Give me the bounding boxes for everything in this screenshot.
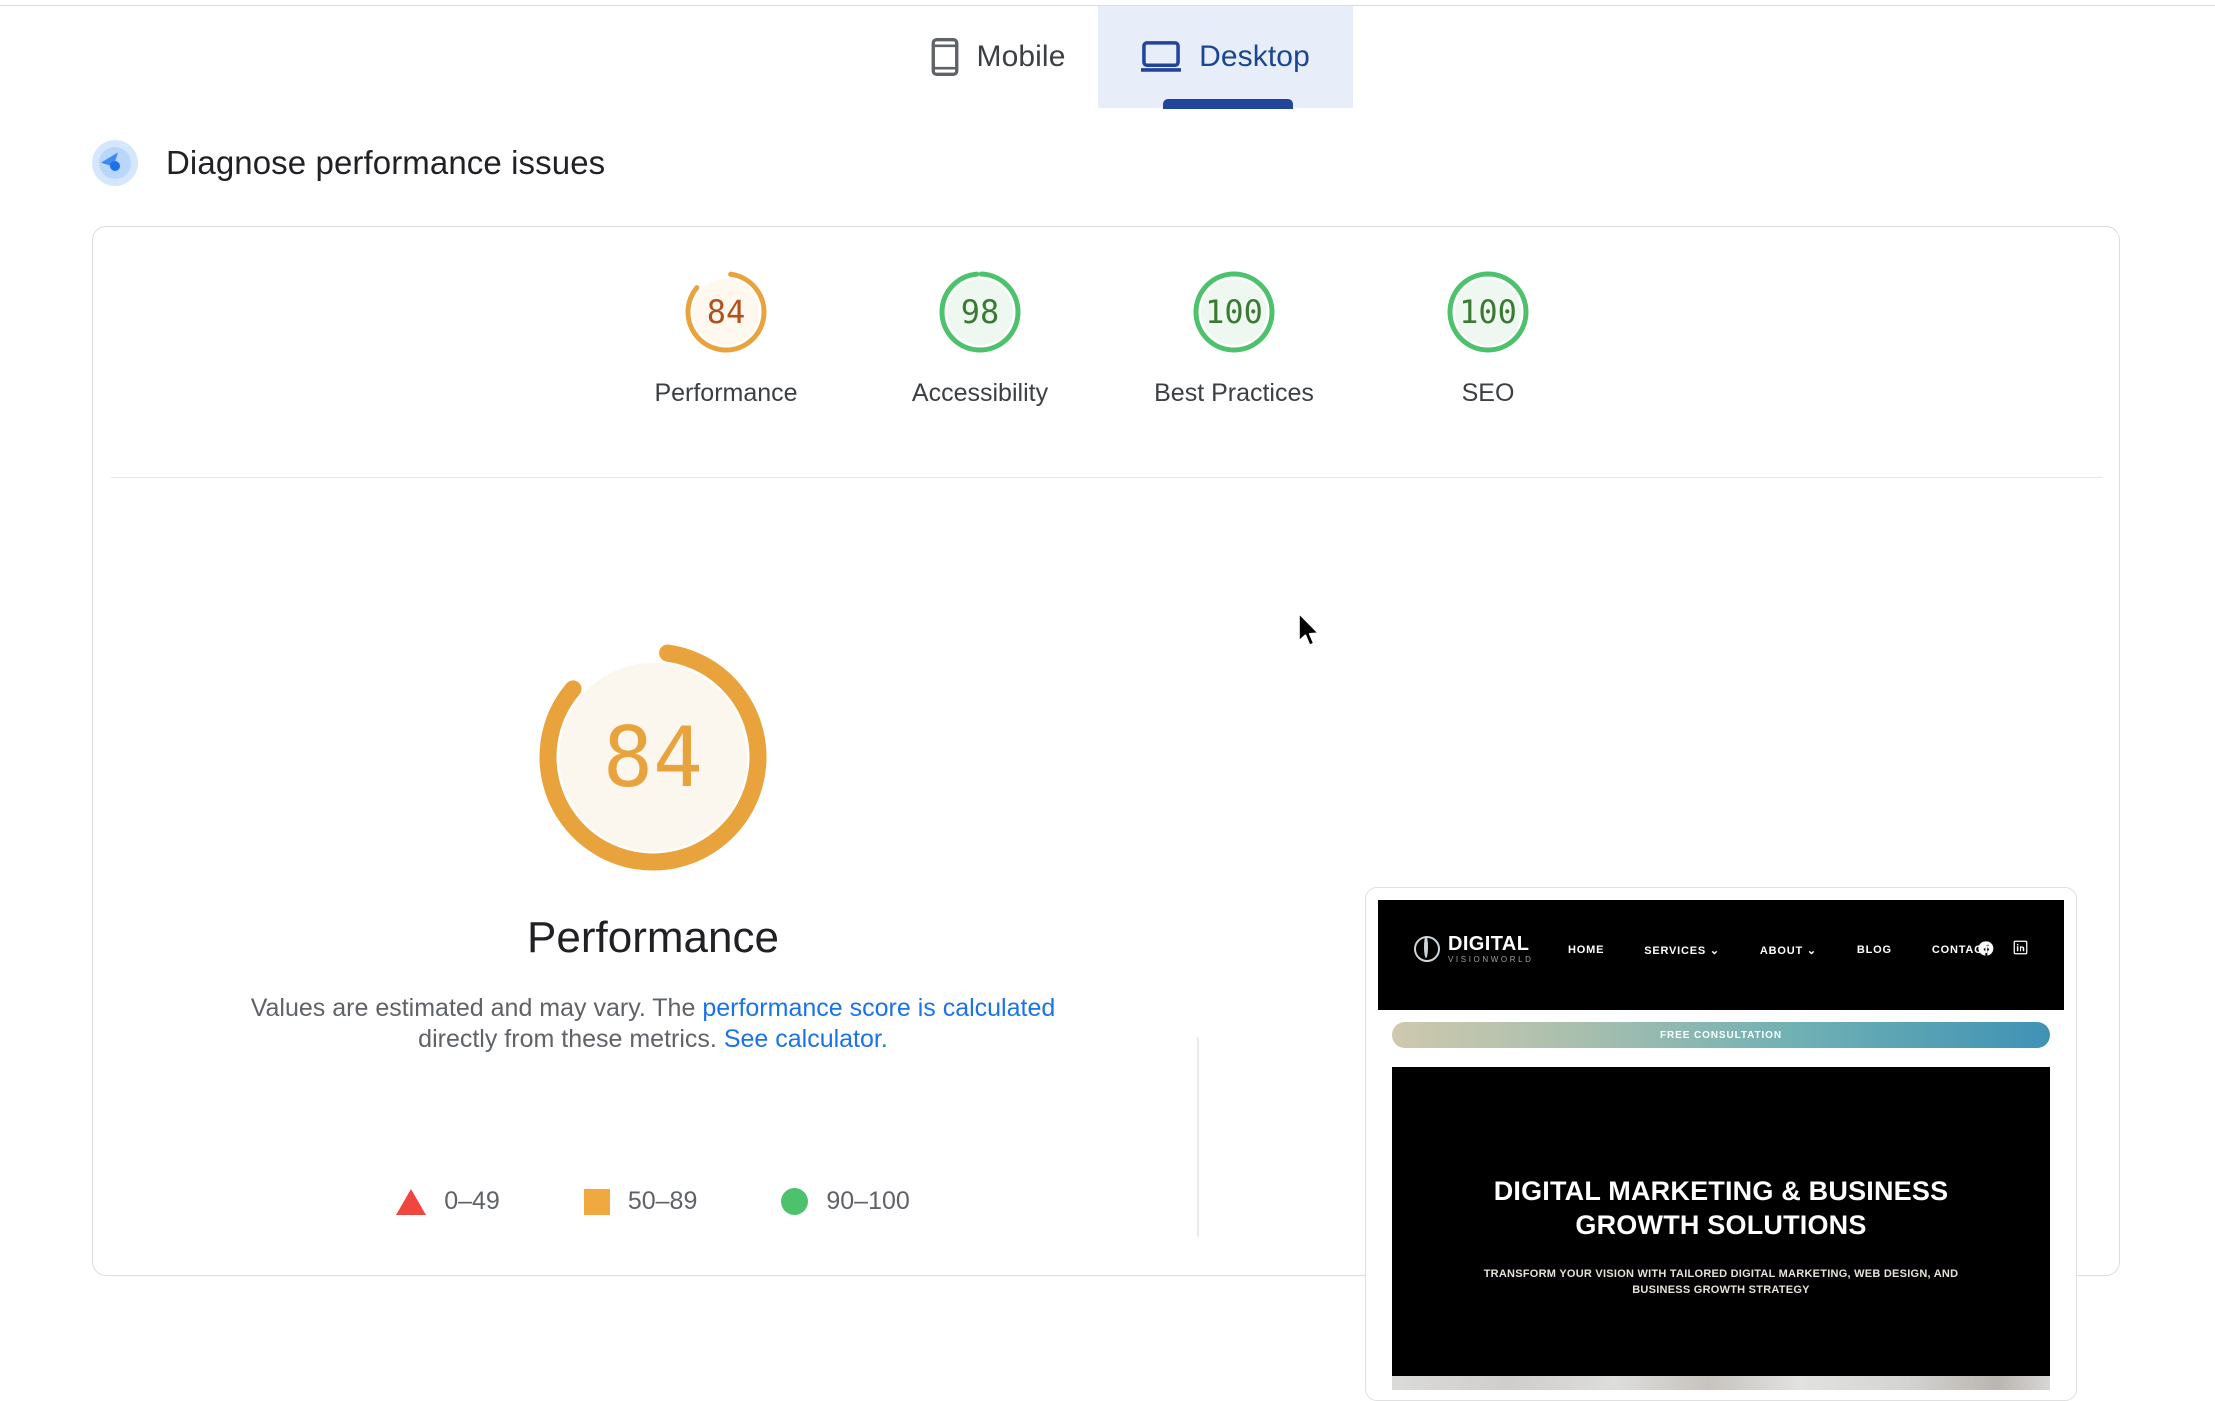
gauge-ring-best-practices: 100: [1189, 267, 1279, 357]
site-hero-section: DIGITAL MARKETING & BUSINESS GROWTH SOLU…: [1392, 1067, 2050, 1390]
section-header: Diagnose performance issues: [92, 140, 605, 186]
legend-label-high: 90–100: [826, 1187, 910, 1215]
site-menu-item-about: ABOUT ⌄: [1759, 945, 1817, 957]
site-navbar: DIGITAL VISIONWORLD HOME SERVICES ⌄ ABOU…: [1378, 900, 2064, 1048]
score-gauge-accessibility[interactable]: 98 Accessibility: [853, 267, 1107, 408]
performance-detail: 84 Performance Values are estimated and …: [153, 627, 1153, 1054]
free-consultation-button: FREE CONSULTATION: [1392, 1022, 2050, 1048]
site-menu-item-home: HOME: [1568, 944, 1605, 956]
card-divider: [111, 477, 2103, 478]
gauge-ring-performance: 84: [681, 267, 771, 357]
mobile-icon: [931, 38, 959, 76]
logo-secondary-text: VISIONWORLD: [1448, 955, 1534, 964]
square-swatch-icon: [583, 1188, 610, 1215]
site-menu-item-services: SERVICES ⌄: [1644, 945, 1720, 957]
description-text-2: directly from these metrics.: [418, 1024, 724, 1053]
score-gauge-seo[interactable]: 100 SEO: [1361, 267, 1615, 408]
gauge-ring-seo: 100: [1443, 267, 1533, 357]
score-label-accessibility: Accessibility: [911, 379, 1049, 407]
tab-desktop-label: Desktop: [1199, 40, 1310, 73]
free-consultation-label: FREE CONSULTATION: [1660, 1029, 1782, 1041]
tab-mobile[interactable]: Mobile: [898, 6, 1098, 108]
score-gauge-best-practices[interactable]: 100 Best Practices: [1107, 267, 1361, 408]
see-calculator-link[interactable]: See calculator.: [724, 1025, 888, 1053]
score-label-seo: SEO: [1461, 379, 1515, 407]
page-title: Diagnose performance issues: [166, 144, 606, 181]
triangle-swatch-icon: [396, 1188, 427, 1215]
category-score-row: 84 Performance 98 Accessibility 100 Best…: [93, 267, 2121, 408]
facebook-icon: [1978, 940, 1995, 957]
screenshot-viewport: DIGITAL VISIONWORLD HOME SERVICES ⌄ ABOU…: [1378, 900, 2064, 1390]
linkedin-icon: [2013, 940, 2030, 957]
score-value-seo: 100: [1459, 293, 1517, 331]
score-label-performance: Performance: [654, 379, 798, 407]
legend-item-medium: 50–89: [583, 1187, 698, 1216]
active-tab-indicator: [1163, 99, 1293, 109]
score-label-best-practices: Best Practices: [1154, 379, 1314, 407]
page-screenshot-thumbnail[interactable]: DIGITAL VISIONWORLD HOME SERVICES ⌄ ABOU…: [1365, 887, 2077, 1401]
score-value-accessibility: 98: [960, 293, 1000, 331]
form-factor-tabs: Mobile Desktop: [0, 6, 2215, 109]
vertical-divider: [1197, 1037, 1199, 1237]
hero-title: DIGITAL MARKETING & BUSINESS GROWTH SOLU…: [1493, 1176, 1949, 1240]
globe-icon: [1414, 936, 1440, 962]
hero-subtitle: TRANSFORM YOUR VISION WITH TAILORED DIGI…: [1483, 1268, 1959, 1296]
site-social-links: [1978, 940, 2030, 957]
tab-mobile-label: Mobile: [976, 40, 1066, 73]
lighthouse-radar-icon: [92, 140, 138, 186]
description-text-1: Values are estimated and may vary. The: [250, 994, 703, 1022]
legend-label-low: 0–49: [444, 1187, 500, 1215]
legend-label-medium: 50–89: [627, 1187, 698, 1215]
site-logo: DIGITAL VISIONWORLD: [1414, 934, 1534, 964]
legend-item-low: 0–49: [396, 1187, 500, 1216]
score-gauge-performance[interactable]: 84 Performance: [599, 267, 853, 408]
performance-description: Values are estimated and may vary. The p…: [243, 993, 1063, 1054]
lighthouse-report-card: 84 Performance 98 Accessibility 100 Best…: [92, 226, 2121, 1401]
site-menu: HOME SERVICES ⌄ ABOUT ⌄ BLOG CONTACT: [1568, 944, 1990, 957]
performance-heading: Performance: [527, 913, 779, 962]
score-value-performance: 84: [706, 293, 746, 331]
hero-image-strip: [1392, 1376, 2050, 1390]
desktop-icon: [1141, 41, 1182, 73]
tab-desktop[interactable]: Desktop: [1098, 6, 1353, 108]
performance-gauge-value: 84: [603, 708, 703, 806]
logo-primary-text: DIGITAL: [1448, 933, 1530, 955]
score-legend: 0–49 50–89 90–100: [153, 1187, 1153, 1216]
gauge-ring-accessibility: 98: [935, 267, 1025, 357]
legend-item-high: 90–100: [781, 1187, 910, 1216]
performance-gauge-large: 84: [523, 627, 783, 887]
circle-swatch-icon: [781, 1188, 809, 1215]
site-menu-item-blog: BLOG: [1856, 944, 1892, 956]
performance-score-link[interactable]: performance score is calculated: [702, 994, 1055, 1022]
score-value-best-practices: 100: [1205, 293, 1263, 331]
